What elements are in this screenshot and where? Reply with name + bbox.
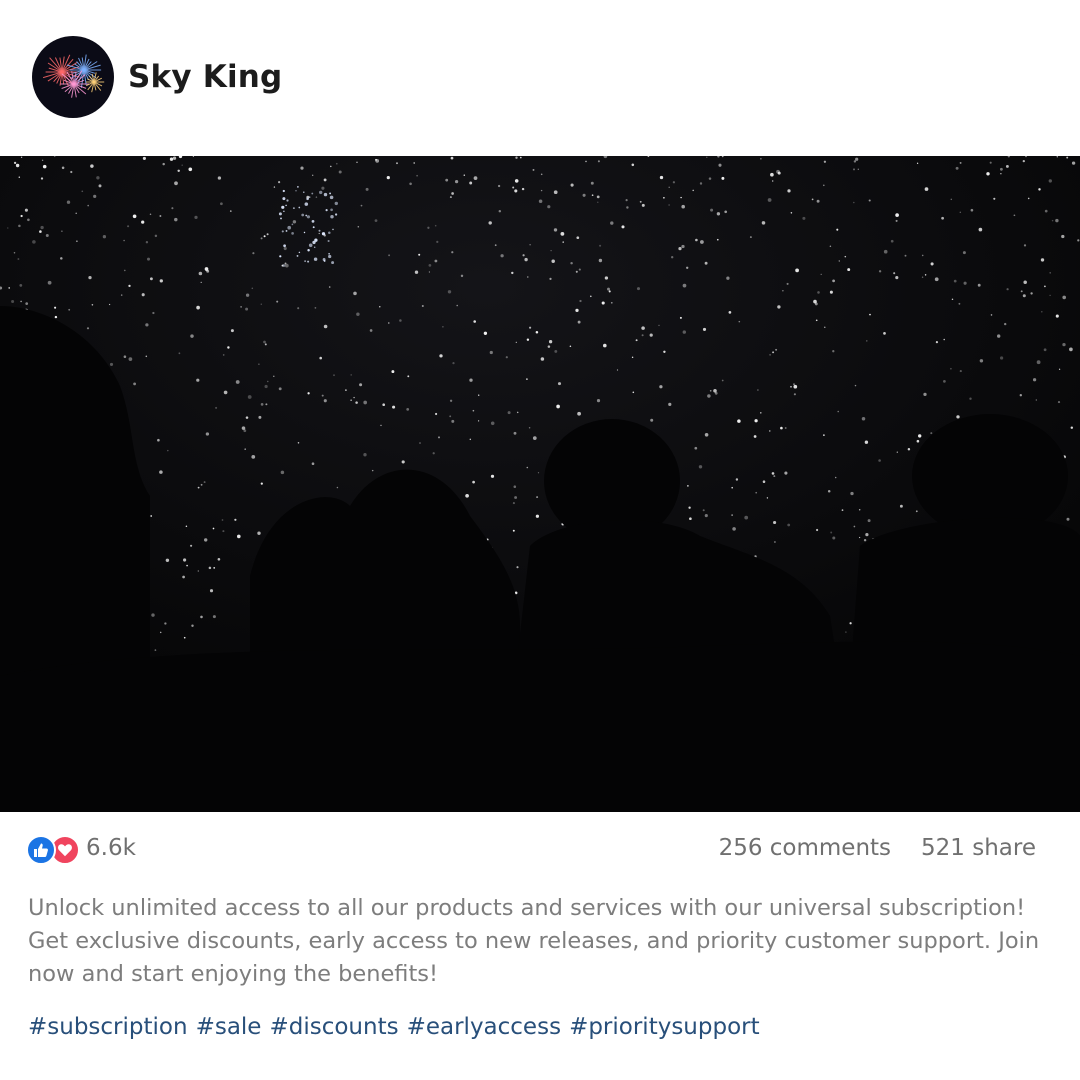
engagement-bar: 6.6k 256 comments 521 share — [26, 830, 1036, 866]
post-header: Sky King — [32, 36, 282, 118]
comments-count[interactable]: 256 comments — [719, 835, 891, 861]
post-image[interactable] — [0, 156, 1080, 812]
post-caption: Unlock unlimited access to all our produ… — [28, 895, 1040, 987]
hashtag-link[interactable]: #earlyaccess — [407, 1014, 561, 1040]
hashtag-link[interactable]: #prioritysupport — [569, 1014, 760, 1040]
author-name[interactable]: Sky King — [128, 59, 282, 95]
like-icon — [26, 835, 56, 865]
reaction-count: 6.6k — [86, 835, 136, 861]
hashtag-link[interactable]: #sale — [196, 1014, 262, 1040]
reaction-summary[interactable]: 6.6k — [26, 833, 136, 865]
avatar[interactable] — [32, 36, 114, 118]
starry-sky-image — [0, 156, 1080, 812]
fireworks-avatar-image — [42, 54, 105, 98]
engagement-counts: 256 comments 521 share — [719, 835, 1036, 861]
shares-count[interactable]: 521 share — [921, 835, 1036, 861]
social-post: Sky King 6.6k 256 comments 521 share Unl… — [0, 0, 1080, 1080]
hashtag-list: #subscription #sale #discounts #earlyacc… — [28, 1014, 760, 1040]
hashtag-link[interactable]: #discounts — [269, 1014, 398, 1040]
hashtag-link[interactable]: #subscription — [28, 1014, 188, 1040]
reaction-icons — [26, 833, 82, 865]
